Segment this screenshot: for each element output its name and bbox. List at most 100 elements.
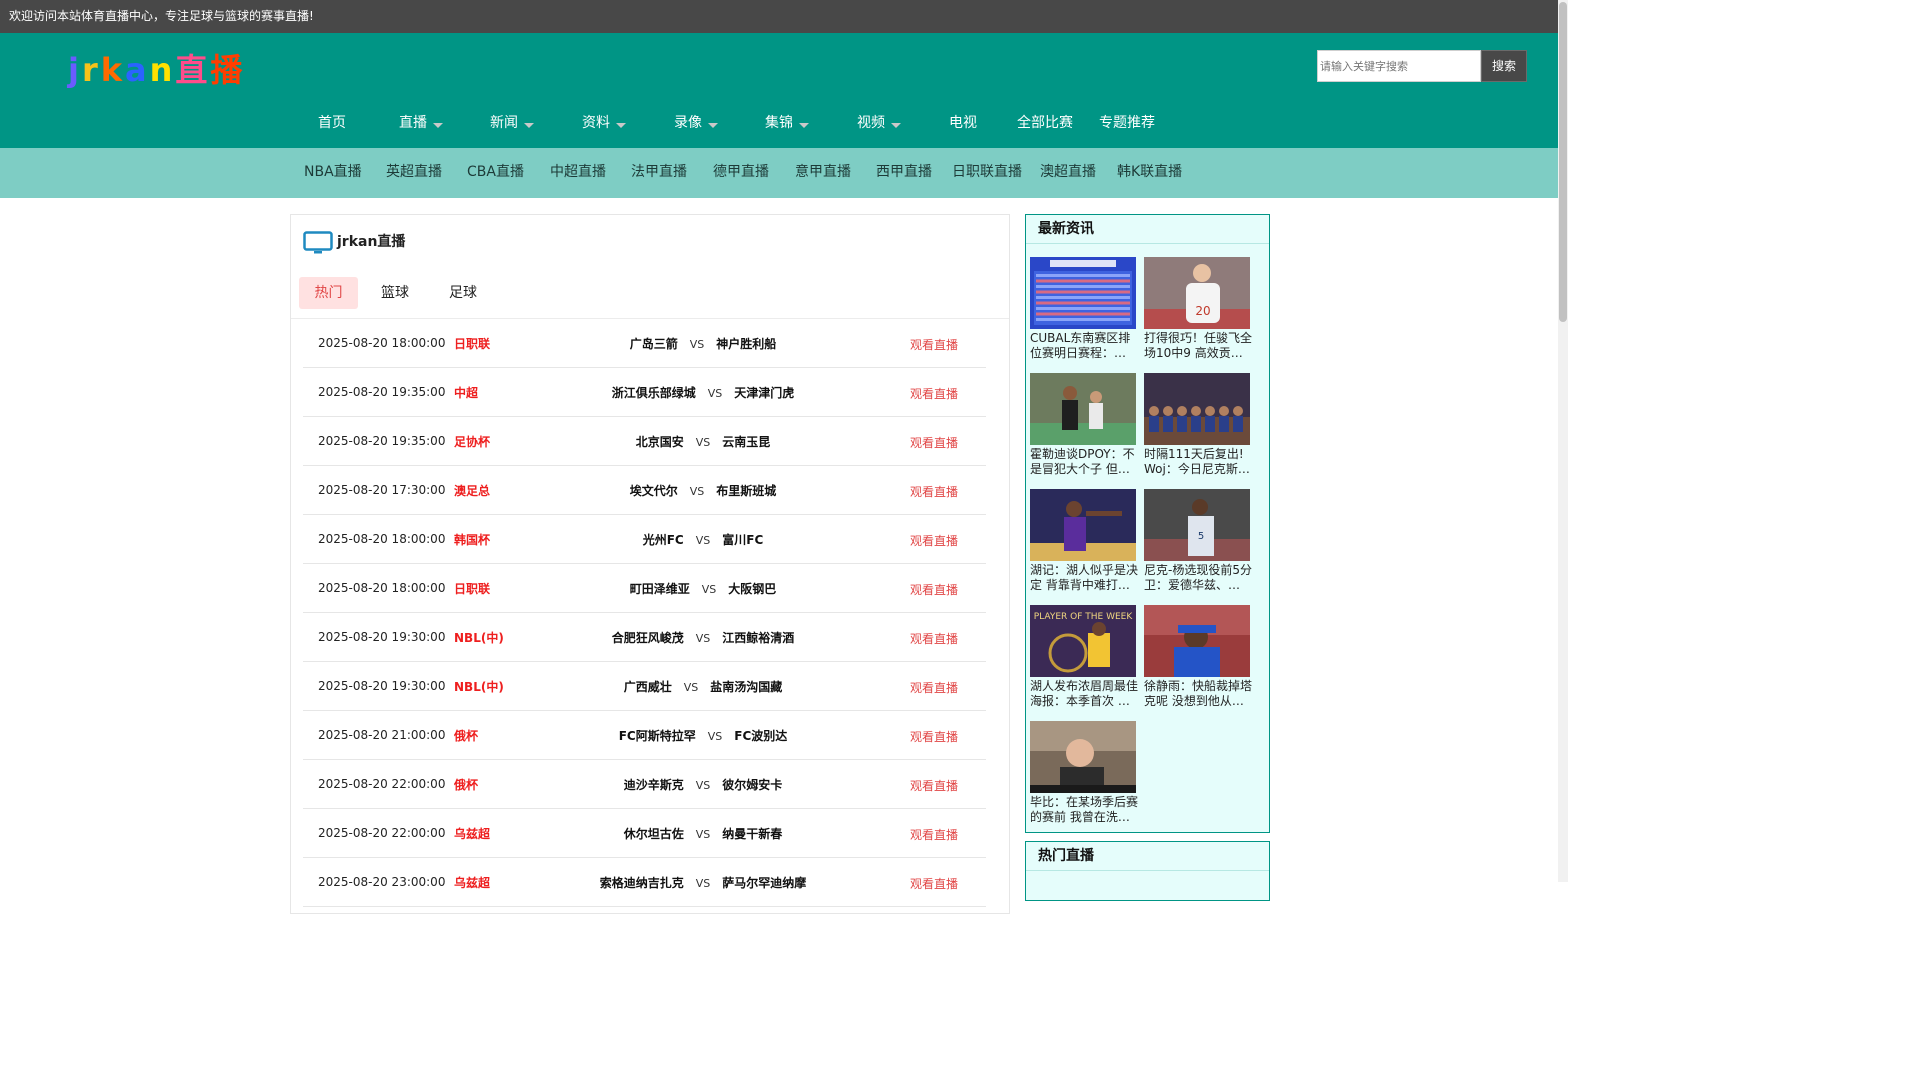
news-caption[interactable]: 湖人发布浓眉周最佳海报：本季首次 生涯第11次获此殊荣 [1030, 679, 1138, 709]
watch-live-link[interactable]: 观看直播 [910, 875, 958, 892]
league-link[interactable]: 韩K联直播 [1117, 148, 1182, 196]
away-team[interactable]: 神户胜利船 [716, 337, 776, 351]
tab-hot[interactable]: 热门 [299, 277, 358, 309]
match-league[interactable]: 乌兹超 [454, 874, 490, 891]
watch-live-link[interactable]: 观看直播 [910, 826, 958, 843]
watch-live-link[interactable]: 观看直播 [910, 728, 958, 745]
away-team[interactable]: 布里斯班城 [716, 484, 776, 498]
match-league[interactable]: 日职联 [454, 580, 490, 597]
home-team[interactable]: 休尔坦古佐 [624, 827, 684, 841]
match-league[interactable]: 俄杯 [454, 776, 478, 793]
watch-live-link[interactable]: 观看直播 [910, 532, 958, 549]
news-thumbnail[interactable]: 20 [1144, 257, 1250, 329]
league-link[interactable]: 德甲直播 [713, 148, 769, 196]
news-card[interactable]: 毕比：在某场季后赛的赛前 我曾在洗手间遇到过奥尼尔 [1030, 721, 1138, 825]
news-thumbnail[interactable]: PLAYER OF THE WEEK [1030, 605, 1136, 677]
site-logo[interactable]: jrkan直播 [68, 51, 245, 89]
away-team[interactable]: 纳曼干新春 [722, 827, 782, 841]
nav-all-matches[interactable]: 全部比赛 [1017, 105, 1073, 141]
news-caption[interactable]: 霍勒迪谈DPOY：不是冒犯大个子 但他们防守后卫很难 [1030, 447, 1138, 477]
match-league[interactable]: 足协杯 [454, 433, 490, 450]
news-thumbnail[interactable] [1030, 373, 1136, 445]
news-thumbnail[interactable] [1144, 373, 1250, 445]
nav-live[interactable]: 直播 [399, 105, 443, 141]
nav-highlights[interactable]: 集锦 [765, 105, 809, 141]
league-link[interactable]: 法甲直播 [631, 148, 687, 196]
news-card[interactable]: PLAYER OF THE WEEK 湖人发布浓眉周最佳海报：本季首次 生涯第11… [1030, 605, 1138, 709]
nav-featured[interactable]: 专题推荐 [1099, 105, 1155, 141]
home-team[interactable]: 合肥狂风峻茂 [612, 631, 684, 645]
news-caption[interactable]: 打得很巧！任骏飞全场10中9 高效贡献20分 [1144, 331, 1252, 361]
match-league[interactable]: 乌兹超 [454, 825, 490, 842]
search-input[interactable] [1317, 50, 1481, 82]
watch-live-link[interactable]: 观看直播 [910, 679, 958, 696]
league-link[interactable]: 英超直播 [386, 148, 442, 196]
news-card[interactable]: CUBAL东南赛区排位赛明日赛程：上海交大vs华东政法 [1030, 257, 1138, 361]
away-team[interactable]: 云南玉昆 [722, 435, 770, 449]
home-team[interactable]: 索格迪纳吉扎克 [600, 876, 684, 890]
watch-live-link[interactable]: 观看直播 [910, 385, 958, 402]
league-link[interactable]: CBA直播 [467, 148, 524, 196]
news-caption[interactable]: 时隔111天后复出! Woj：今日尼克斯中锋罗宾逊将复出 [1144, 447, 1252, 477]
home-team[interactable]: 广西威壮 [624, 680, 672, 694]
tab-football[interactable]: 足球 [433, 277, 493, 309]
search-button[interactable]: 搜索 [1481, 50, 1527, 82]
news-card[interactable]: 5 尼克-杨选现役前5分卫：爱德华兹、布伦森等人上榜 [1144, 489, 1252, 593]
home-team[interactable]: 北京国安 [636, 435, 684, 449]
away-team[interactable]: 天津津门虎 [734, 386, 794, 400]
home-team[interactable]: 浙江俱乐部绿城 [612, 386, 696, 400]
match-league[interactable]: 俄杯 [454, 727, 478, 744]
nav-news[interactable]: 新闻 [490, 105, 534, 141]
away-team[interactable]: 江西鲸裕清酒 [722, 631, 794, 645]
news-card[interactable]: 时隔111天后复出! Woj：今日尼克斯中锋罗宾逊将复出 [1144, 373, 1252, 477]
league-link[interactable]: 意甲直播 [795, 148, 851, 196]
news-card[interactable]: 湖记：湖人似乎是决定 背靠背中难打的比赛让詹姆斯休战 [1030, 489, 1138, 593]
watch-live-link[interactable]: 观看直播 [910, 434, 958, 451]
home-team[interactable]: 埃文代尔 [630, 484, 678, 498]
watch-live-link[interactable]: 观看直播 [910, 581, 958, 598]
news-caption[interactable]: 尼克-杨选现役前5分卫：爱德华兹、布伦森等人上榜 [1144, 563, 1252, 593]
away-team[interactable]: 盐南汤沟国藏 [710, 680, 782, 694]
news-caption[interactable]: 毕比：在某场季后赛的赛前 我曾在洗手间遇到过奥尼尔 [1030, 795, 1138, 825]
match-league[interactable]: NBL(中) [454, 678, 504, 695]
news-thumbnail[interactable] [1030, 489, 1136, 561]
news-caption[interactable]: 徐静雨：快船裁掉塔克呢 没想到他从更衣室负面因素 [1144, 679, 1252, 709]
page-scrollbar[interactable] [1558, 0, 1568, 882]
league-link[interactable]: 日职联直播 [952, 148, 1022, 196]
away-team[interactable]: FC波别达 [734, 729, 787, 743]
nav-replay[interactable]: 录像 [674, 105, 718, 141]
home-team[interactable]: 迪沙辛斯克 [624, 778, 684, 792]
league-link[interactable]: NBA直播 [304, 148, 362, 196]
home-team[interactable]: 光州FC [643, 533, 684, 547]
news-thumbnail[interactable] [1144, 605, 1250, 677]
match-league[interactable]: 韩国杯 [454, 531, 490, 548]
league-link[interactable]: 中超直播 [550, 148, 606, 196]
watch-live-link[interactable]: 观看直播 [910, 777, 958, 794]
away-team[interactable]: 萨马尔罕迪纳摩 [722, 876, 806, 890]
away-team[interactable]: 大阪钢巴 [728, 582, 776, 596]
match-league[interactable]: 日职联 [454, 335, 490, 352]
home-team[interactable]: 町田泽维亚 [630, 582, 690, 596]
news-card[interactable]: 20 打得很巧！任骏飞全场10中9 高效贡献20分 [1144, 257, 1252, 361]
away-team[interactable]: 富川FC [722, 533, 763, 547]
news-caption[interactable]: 湖记：湖人似乎是决定 背靠背中难打的比赛让詹姆斯休战 [1030, 563, 1138, 593]
watch-live-link[interactable]: 观看直播 [910, 336, 958, 353]
tab-basketball[interactable]: 篮球 [365, 277, 425, 309]
nav-data[interactable]: 资料 [582, 105, 626, 141]
nav-video[interactable]: 视频 [857, 105, 901, 141]
match-league[interactable]: 澳足总 [454, 482, 490, 499]
news-thumbnail[interactable] [1030, 721, 1136, 793]
match-league[interactable]: 中超 [454, 384, 478, 401]
home-team[interactable]: FC阿斯特拉罕 [619, 729, 696, 743]
news-thumbnail[interactable] [1030, 257, 1136, 329]
news-thumbnail[interactable]: 5 [1144, 489, 1250, 561]
league-link[interactable]: 澳超直播 [1040, 148, 1096, 196]
news-card[interactable]: 霍勒迪谈DPOY：不是冒犯大个子 但他们防守后卫很难 [1030, 373, 1138, 477]
watch-live-link[interactable]: 观看直播 [910, 483, 958, 500]
nav-tv[interactable]: 电视 [949, 105, 977, 141]
news-card[interactable]: 徐静雨：快船裁掉塔克呢 没想到他从更衣室负面因素 [1144, 605, 1252, 709]
home-team[interactable]: 广岛三箭 [630, 337, 678, 351]
news-caption[interactable]: CUBAL东南赛区排位赛明日赛程：上海交大vs华东政法 [1030, 331, 1138, 361]
away-team[interactable]: 彼尔姆安卡 [722, 778, 782, 792]
league-link[interactable]: 西甲直播 [876, 148, 932, 196]
